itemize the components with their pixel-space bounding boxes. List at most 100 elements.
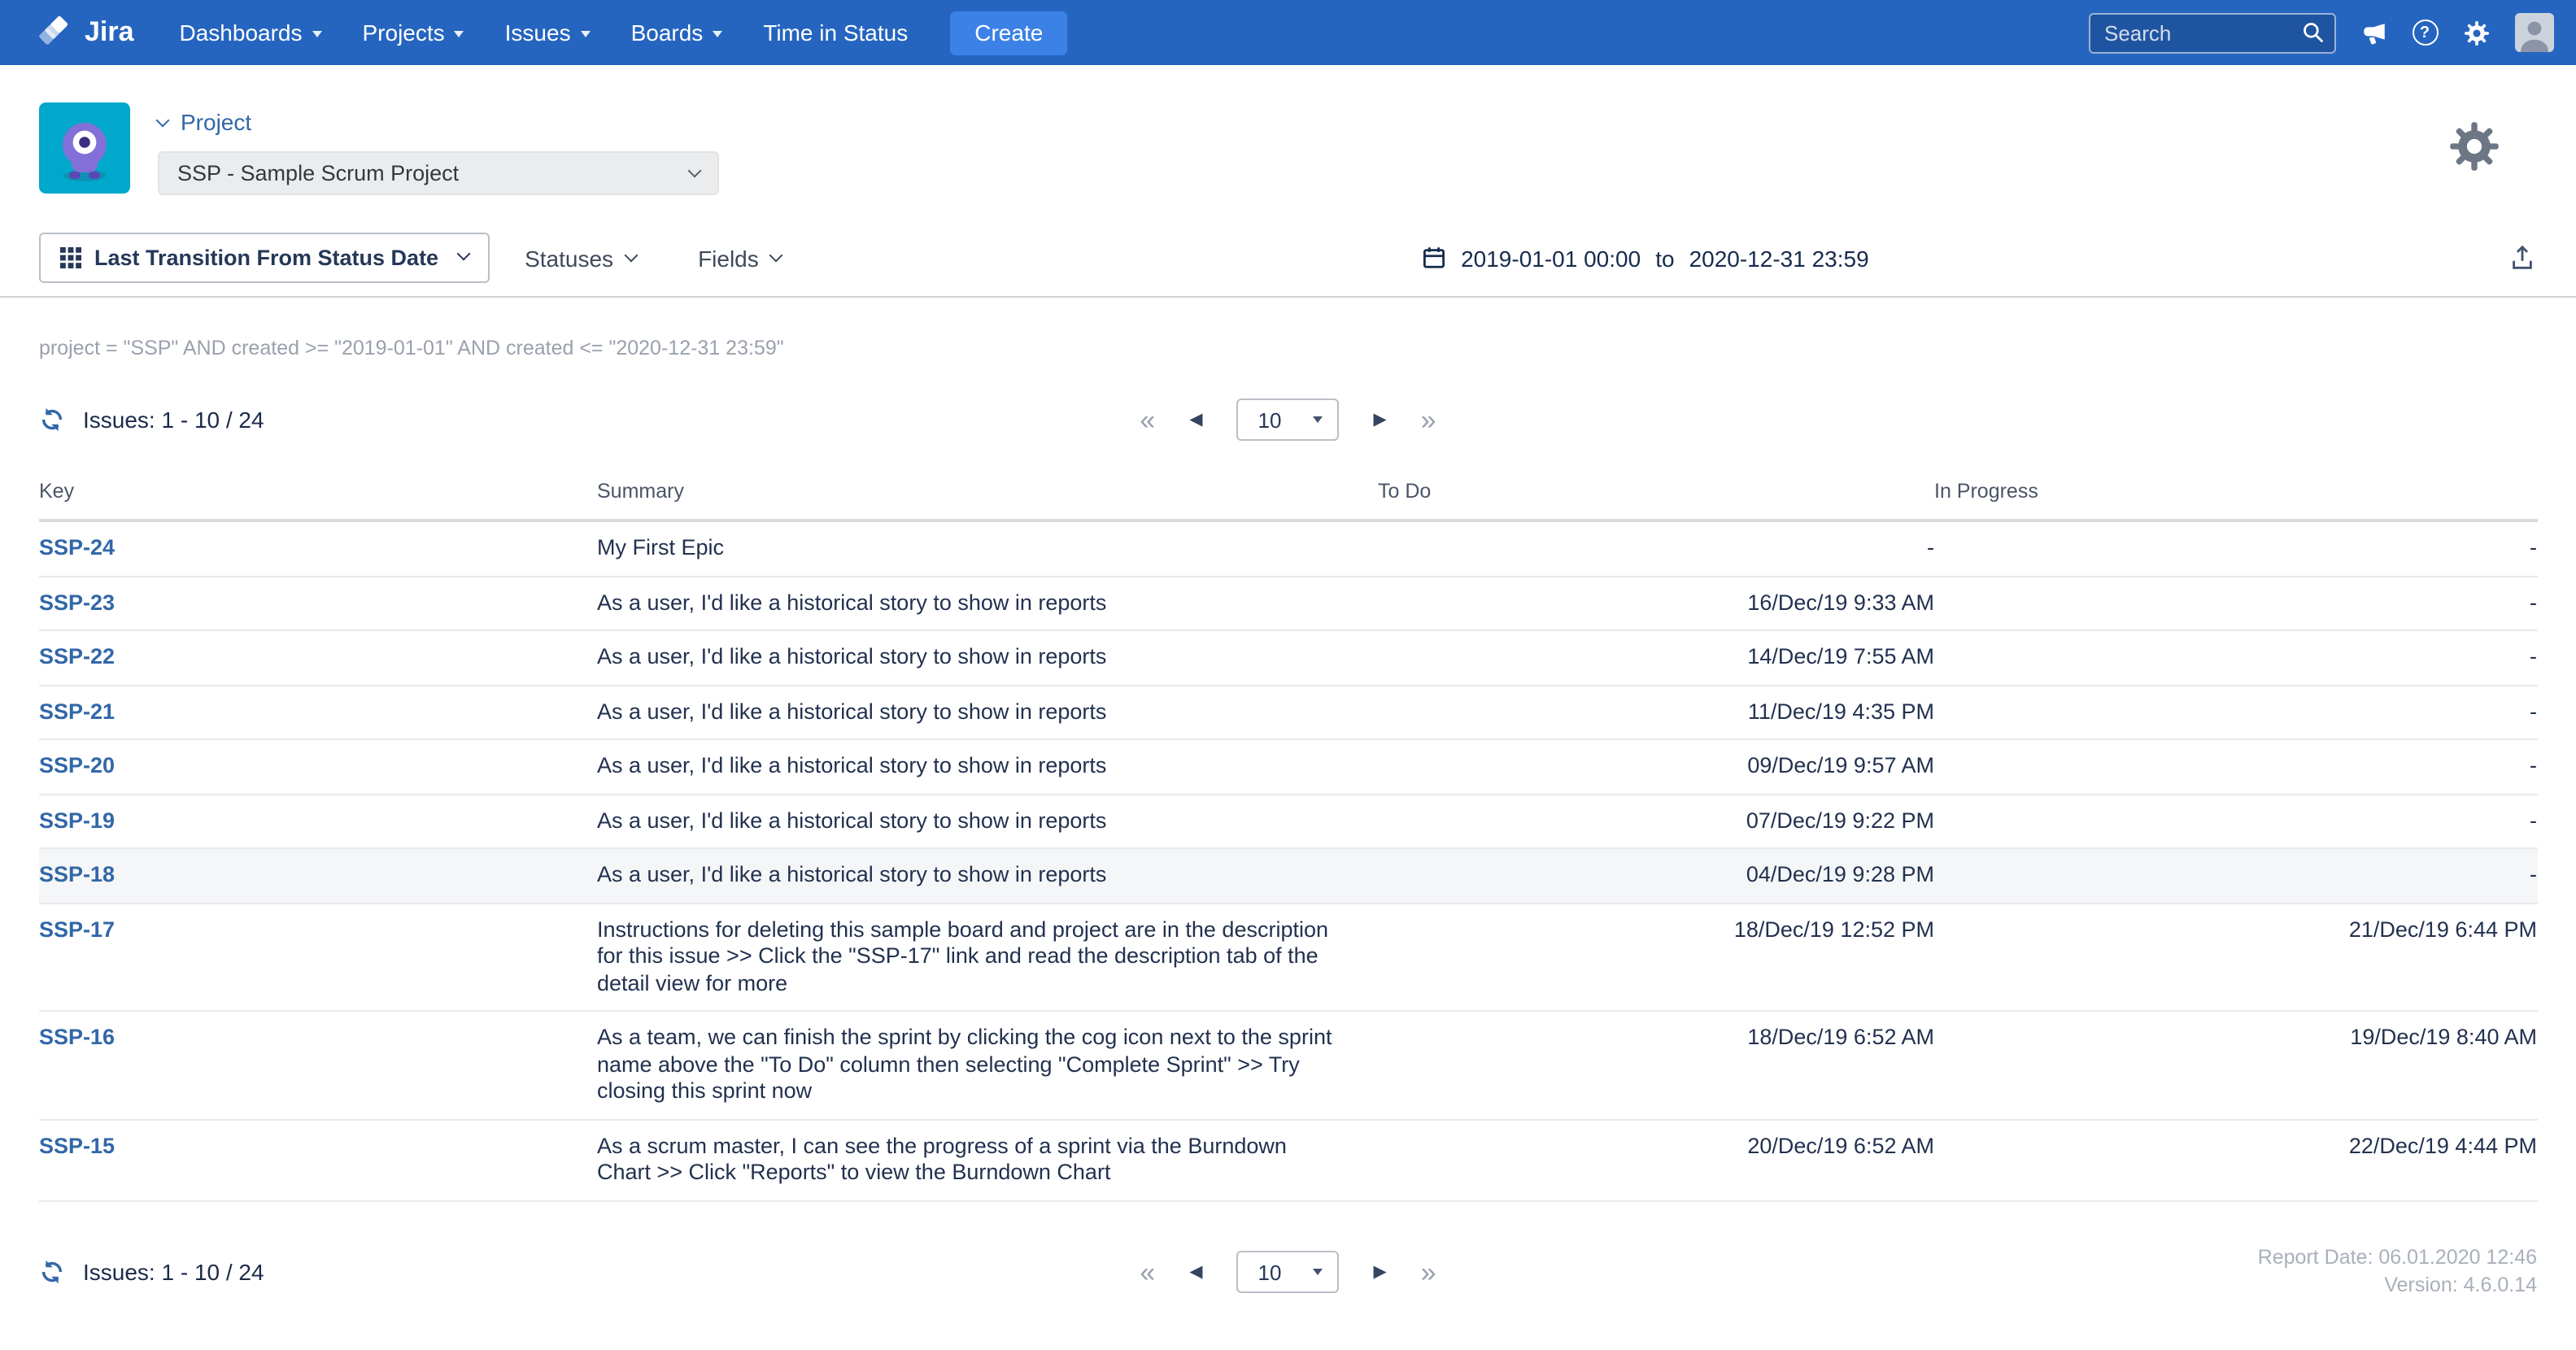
- issue-summary: Instructions for deleting this sample bo…: [597, 903, 1378, 1011]
- page-size-value: 10: [1258, 1260, 1282, 1284]
- jira-logo-icon: [39, 15, 73, 50]
- issue-key-cell: SSP-16: [39, 1011, 597, 1119]
- issue-key-link[interactable]: SSP-20: [39, 753, 115, 777]
- export-button[interactable]: [2509, 244, 2537, 272]
- column-header-key: Key: [39, 480, 597, 520]
- megaphone-icon[interactable]: [2360, 19, 2387, 46]
- page-size-select[interactable]: 10: [1237, 1251, 1340, 1293]
- version-label: Version: 4.6.0.14: [1436, 1272, 2537, 1300]
- chevron-down-icon: [456, 247, 470, 261]
- main-nav: Dashboards Projects Issues Boards Time i…: [180, 20, 909, 46]
- issue-key-cell: SSP-15: [39, 1119, 597, 1200]
- issue-summary: As a user, I'd like a historical story t…: [597, 848, 1378, 903]
- user-avatar[interactable]: [2514, 13, 2553, 52]
- issue-todo-date: 14/Dec/19 7:55 AM: [1378, 630, 1934, 685]
- issue-inprogress-date: -: [1934, 630, 2537, 685]
- pagination-next-button[interactable]: ▶: [1374, 412, 1387, 429]
- issue-key-link[interactable]: SSP-18: [39, 862, 115, 886]
- help-icon[interactable]: ?: [2412, 20, 2438, 46]
- report-date: Report Date: 06.01.2020 12:46: [1436, 1243, 2537, 1272]
- search-input[interactable]: [2088, 12, 2335, 53]
- refresh-button[interactable]: [39, 1259, 65, 1285]
- issues-count: Issues: 1 - 10 / 24: [83, 1259, 264, 1285]
- issue-summary: As a user, I'd like a historical story t…: [597, 685, 1378, 739]
- jira-logo[interactable]: Jira: [39, 15, 134, 50]
- issue-inprogress-date: 22/Dec/19 4:44 PM: [1934, 1119, 2537, 1200]
- pagination-first-button[interactable]: «: [1140, 1258, 1155, 1286]
- nav-item-dashboards[interactable]: Dashboards: [180, 20, 322, 46]
- nav-item-label: Boards: [631, 20, 704, 46]
- issue-key-link[interactable]: SSP-21: [39, 699, 115, 723]
- statuses-dropdown[interactable]: Statuses: [525, 245, 636, 271]
- brand-label: Jira: [85, 16, 134, 49]
- issue-key-link[interactable]: SSP-19: [39, 808, 115, 832]
- project-select[interactable]: SSP - Sample Scrum Project: [158, 151, 719, 195]
- issue-key-cell: SSP-17: [39, 903, 597, 1011]
- issue-key-link[interactable]: SSP-24: [39, 535, 115, 560]
- project-link[interactable]: Project: [158, 109, 719, 135]
- pagination-prev-button[interactable]: ◀: [1189, 1264, 1202, 1281]
- pagination: « ◀ 10 ▶ »: [1140, 398, 1436, 441]
- report-type-label: Last Transition From Status Date: [94, 246, 438, 270]
- fields-dropdown[interactable]: Fields: [698, 245, 782, 271]
- issue-todo-date: 04/Dec/19 9:28 PM: [1378, 848, 1934, 903]
- create-button[interactable]: Create: [950, 11, 1067, 54]
- issue-todo-date: 09/Dec/19 9:57 AM: [1378, 739, 1934, 794]
- pagination-next-button[interactable]: ▶: [1374, 1264, 1387, 1281]
- issue-todo-date: 20/Dec/19 6:52 AM: [1378, 1119, 1934, 1200]
- date-to: 2020-12-31 23:59: [1689, 245, 1869, 271]
- issue-key-link[interactable]: SSP-17: [39, 917, 115, 941]
- nav-item-label: Dashboards: [180, 20, 303, 46]
- chevron-down-icon: [156, 113, 170, 127]
- nav-item-issues[interactable]: Issues: [505, 20, 591, 46]
- nav-item-label: Time in Status: [763, 20, 908, 46]
- chevron-down-icon: [625, 248, 639, 262]
- project-header: Project SSP - Sample Scrum Project: [0, 65, 2576, 220]
- issue-summary: As a user, I'd like a historical story t…: [597, 739, 1378, 794]
- issue-key-link[interactable]: SSP-16: [39, 1025, 115, 1049]
- date-separator: to: [1655, 245, 1674, 271]
- issue-todo-date: 18/Dec/19 6:52 AM: [1378, 1011, 1934, 1119]
- pagination-last-button[interactable]: »: [1421, 1258, 1436, 1286]
- issue-key-link[interactable]: SSP-15: [39, 1133, 115, 1157]
- pagination-last-button[interactable]: »: [1421, 406, 1436, 433]
- column-header-summary: Summary: [597, 480, 1378, 520]
- page-size-value: 10: [1258, 407, 1282, 432]
- issues-count: Issues: 1 - 10 / 24: [83, 407, 264, 433]
- nav-item-time-in-status[interactable]: Time in Status: [763, 20, 908, 46]
- search-icon[interactable]: [2301, 20, 2324, 43]
- fields-label: Fields: [698, 245, 759, 271]
- grid-icon: [60, 247, 81, 268]
- issue-key-cell: SSP-23: [39, 576, 597, 630]
- chevron-down-icon: [1314, 416, 1323, 423]
- gear-icon[interactable]: [2462, 19, 2490, 46]
- issue-row: SSP-17 Instructions for deleting this sa…: [39, 903, 2537, 1011]
- nav-item-projects[interactable]: Projects: [363, 20, 464, 46]
- chevron-down-icon: [455, 31, 464, 37]
- project-header-left: Project SSP - Sample Scrum Project: [39, 102, 2537, 195]
- page-size-select[interactable]: 10: [1237, 398, 1340, 441]
- project-avatar[interactable]: [39, 102, 130, 194]
- issue-key-link[interactable]: SSP-23: [39, 590, 115, 614]
- settings-gear-icon[interactable]: [2446, 119, 2501, 174]
- chevron-down-icon: [769, 248, 783, 262]
- issue-row: SSP-21 As a user, I'd like a historical …: [39, 685, 2537, 739]
- issue-key-link[interactable]: SSP-22: [39, 644, 115, 668]
- issue-inprogress-date: 19/Dec/19 8:40 AM: [1934, 1011, 2537, 1119]
- nav-item-boards[interactable]: Boards: [631, 20, 723, 46]
- date-range-picker[interactable]: 2019-01-01 00:00 to 2020-12-31 23:59: [1422, 245, 1869, 271]
- issues-table: Key Summary To Do In Progress SSP-24 My …: [39, 480, 2537, 1201]
- chevron-down-icon: [312, 31, 322, 37]
- issue-summary: As a user, I'd like a historical story t…: [597, 630, 1378, 685]
- issue-todo-date: 18/Dec/19 12:52 PM: [1378, 903, 1934, 1011]
- pagination-prev-button[interactable]: ◀: [1189, 412, 1202, 429]
- issue-summary: My First Epic: [597, 520, 1378, 576]
- report-type-button[interactable]: Last Transition From Status Date: [39, 233, 489, 283]
- table-header-row: Key Summary To Do In Progress: [39, 480, 2537, 520]
- issue-summary: As a scrum master, I can see the progres…: [597, 1119, 1378, 1200]
- issues-bar-top: Issues: 1 - 10 / 24 « ◀ 10 ▶ »: [39, 398, 2537, 441]
- project-link-label: Project: [181, 109, 251, 135]
- refresh-button[interactable]: [39, 407, 65, 433]
- issue-inprogress-date: -: [1934, 848, 2537, 903]
- pagination-first-button[interactable]: «: [1140, 406, 1155, 433]
